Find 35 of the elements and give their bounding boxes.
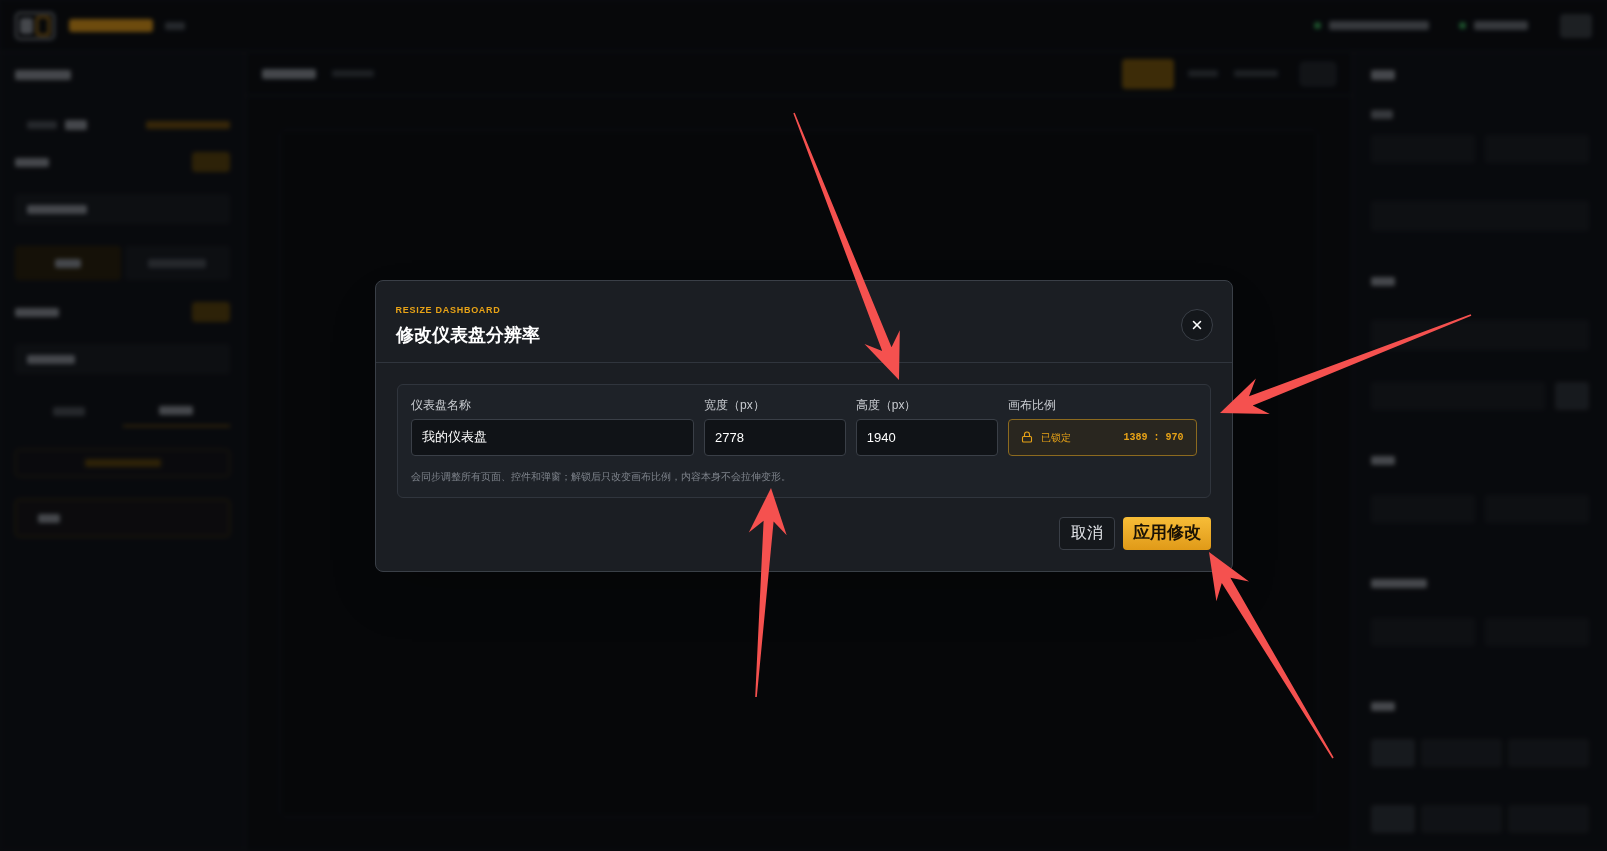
hint-text: 会同步调整所有页面、控件和弹窗；解锁后只改变画布比例，内容本身不会拉伸变形。 (410, 470, 792, 483)
blurred-text (15, 307, 59, 317)
field-label: 宽度（px） (704, 397, 766, 412)
blurred-badge (192, 302, 230, 322)
blurred-badge (192, 152, 230, 172)
close-button[interactable] (1180, 308, 1213, 341)
blurred-text (27, 121, 57, 129)
blurred-text (15, 157, 49, 167)
blurred-text (1371, 277, 1395, 286)
apply-button[interactable]: 应用修改 (1122, 516, 1211, 550)
dialog-eyebrow: RESIZE DASHBOARD (395, 303, 502, 317)
blurred-text (1371, 579, 1427, 588)
blurred-text (1371, 110, 1393, 119)
blurred-text (65, 120, 87, 130)
blurred-block (1122, 58, 1174, 89)
blurred-tag (165, 21, 185, 30)
name-input[interactable]: 我的仪表盘 (410, 418, 694, 456)
width-input[interactable]: 2778 (704, 418, 846, 456)
blurred-text (1371, 70, 1395, 80)
lock-icon (1020, 431, 1033, 443)
blurred-text (262, 68, 316, 79)
field-label: 画布比例 (1007, 397, 1057, 412)
blurred-text (1371, 456, 1395, 465)
blurred-text (1474, 21, 1528, 30)
cancel-button[interactable]: 取消 (1058, 516, 1115, 550)
blurred-text (15, 70, 71, 80)
field-label: 仪表盘名称 (410, 397, 472, 412)
ratio-lock-toggle[interactable]: 已锁定 1389 : 970 (1007, 418, 1197, 456)
blurred-text (52, 407, 85, 416)
blurred-text (1371, 702, 1395, 711)
field-label: 高度（px） (855, 397, 918, 412)
dialog-title: 修改仪表盘分辨率 (395, 323, 540, 347)
logo-icon (15, 11, 55, 40)
blurred-block (1560, 13, 1592, 38)
height-input[interactable]: 1940 (855, 418, 998, 456)
